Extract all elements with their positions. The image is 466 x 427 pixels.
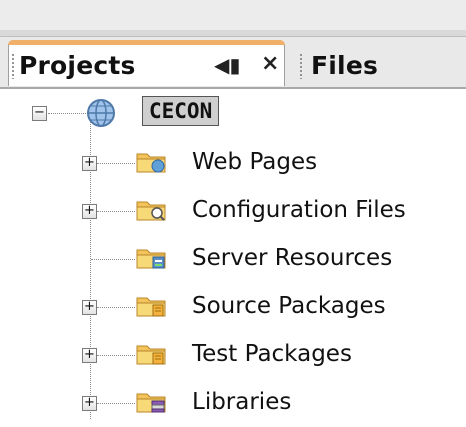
tab-row: Projects ◀▮ × Files (0, 37, 466, 89)
tree-connector (97, 355, 135, 357)
projects-window: Projects ◀▮ × Files − CECON + Web Pages … (0, 0, 466, 423)
tree-node-libraries[interactable]: + Libraries (0, 379, 466, 427)
close-icon[interactable]: × (261, 51, 279, 76)
tree-node-test-packages[interactable]: + Test Packages (0, 331, 466, 379)
minimize-icon[interactable]: ◀▮ (214, 53, 240, 77)
expand-icon[interactable]: + (82, 348, 97, 363)
web-pages-folder-icon (136, 153, 166, 173)
libraries-folder-icon (136, 393, 166, 413)
tree-node-server-resources[interactable]: Server Resources (0, 235, 466, 283)
tree-connector (97, 403, 135, 405)
tree-node-web-pages[interactable]: + Web Pages (0, 139, 466, 187)
drag-grip-icon[interactable] (11, 53, 15, 79)
tab-files[interactable]: Files (287, 45, 466, 87)
server-resources-folder-icon (136, 249, 166, 269)
expand-icon[interactable]: + (82, 300, 97, 315)
tree-connector (97, 307, 135, 309)
tab-projects-label: Projects (19, 51, 136, 80)
tree-node-configuration-files[interactable]: + Configuration Files (0, 187, 466, 235)
drag-grip-icon[interactable] (299, 53, 303, 79)
window-top-bar (0, 0, 466, 37)
tree-node-label: Test Packages (192, 341, 352, 367)
tree-connector (97, 163, 135, 165)
tree-connector (97, 211, 135, 213)
collapse-icon[interactable]: − (32, 106, 47, 121)
config-files-folder-icon (136, 201, 166, 221)
active-tab-accent (8, 40, 285, 45)
tree-connector (48, 113, 88, 115)
tree-node-label: Web Pages (192, 149, 318, 175)
tree-node-root[interactable]: − CECON (0, 89, 466, 137)
expand-icon[interactable]: + (82, 396, 97, 411)
web-project-globe-icon (87, 99, 115, 127)
tab-projects[interactable]: Projects ◀▮ × (8, 40, 285, 86)
source-packages-folder-icon (136, 297, 166, 317)
expand-icon[interactable]: + (82, 204, 97, 219)
tree-node-label: Source Packages (192, 293, 386, 319)
expand-icon[interactable]: + (82, 156, 97, 171)
tree-node-label: Libraries (192, 389, 292, 415)
tree-node-label: Configuration Files (192, 197, 406, 223)
root-project-label[interactable]: CECON (142, 96, 220, 126)
test-packages-folder-icon (136, 345, 166, 365)
tree-connector (91, 259, 135, 261)
project-tree: − CECON + Web Pages + Configuration File… (0, 89, 466, 423)
tree-node-source-packages[interactable]: + Source Packages (0, 283, 466, 331)
tab-files-label: Files (311, 51, 379, 80)
tree-node-label: Server Resources (192, 245, 393, 271)
